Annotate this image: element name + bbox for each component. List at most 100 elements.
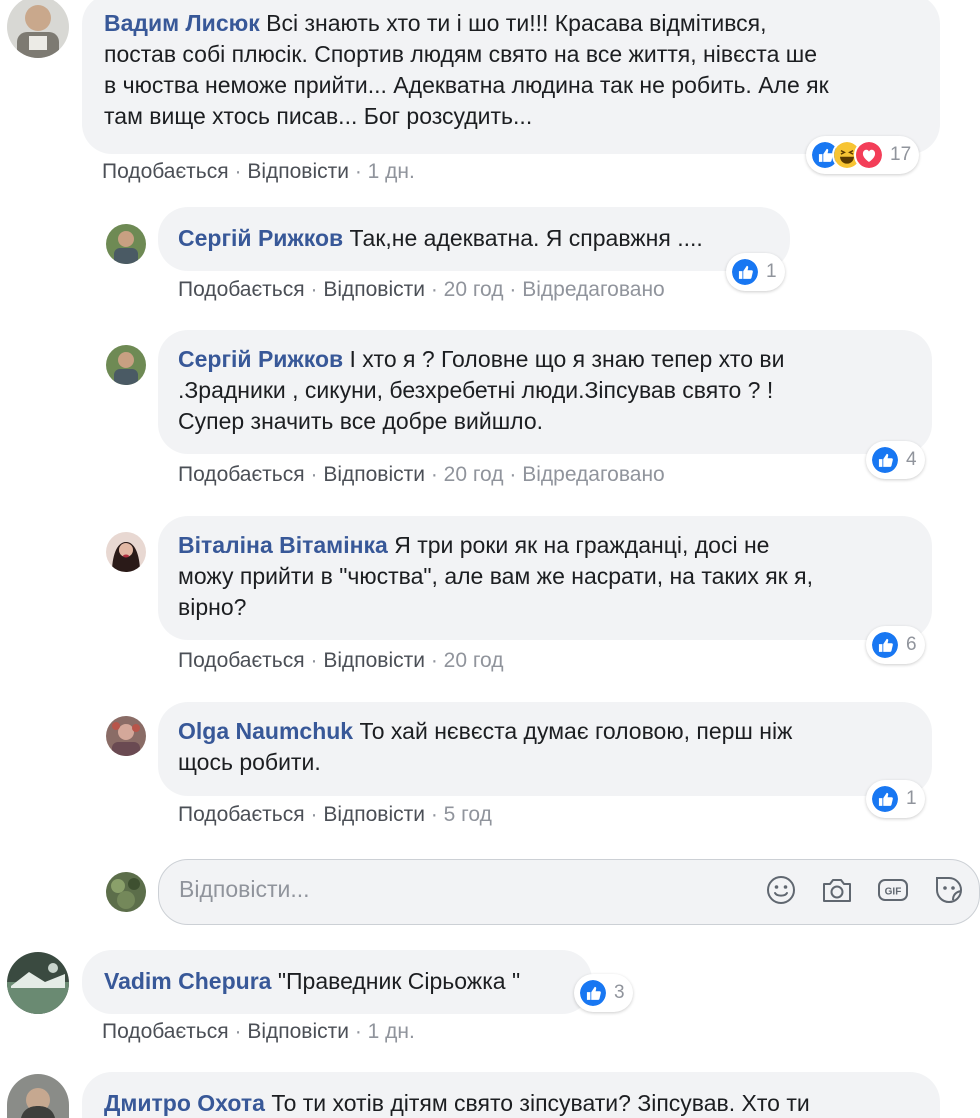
like-link[interactable]: Подобається bbox=[102, 160, 229, 183]
like-link[interactable]: Подобається bbox=[178, 803, 305, 826]
comment-line: щось робити. bbox=[178, 749, 321, 775]
separator: · bbox=[354, 1020, 362, 1043]
comment-author[interactable]: Вадим Лисюк bbox=[104, 10, 260, 36]
comment-line: Віталіна Вітамінка Я три роки як на граж… bbox=[178, 530, 912, 561]
comment-actions: Подобається · Відповісти · 20 год · Відр… bbox=[178, 461, 665, 489]
comment-line: .Зрадники , сикуни, безхребетні люди.Зіп… bbox=[178, 377, 774, 403]
separator: · bbox=[354, 160, 362, 183]
comment-text: То ти хотів дітям свято зіпсувати? Зіпсу… bbox=[271, 1090, 810, 1116]
separator: · bbox=[430, 803, 438, 826]
comment-actions: Подобається · Відповісти · 5 год bbox=[178, 801, 492, 829]
comment-line: там вище хтось писав... Бог розсудить... bbox=[104, 103, 533, 129]
reaction-count: 1 bbox=[906, 788, 917, 809]
timestamp[interactable]: 1 дн. bbox=[368, 160, 415, 183]
reaction-count: 17 bbox=[890, 144, 912, 165]
comment-author[interactable]: Olga Naumchuk bbox=[178, 718, 353, 744]
svg-text:GIF: GIF bbox=[885, 887, 902, 898]
timestamp[interactable]: 20 год bbox=[444, 649, 504, 672]
comment-actions: Подобається · Відповісти · 1 дн. bbox=[102, 1018, 415, 1046]
like-icon bbox=[730, 257, 760, 287]
avatar-vitalina-vitaminka[interactable] bbox=[106, 532, 146, 572]
reply-input[interactable] bbox=[179, 870, 739, 908]
reactions-summary[interactable]: 17 bbox=[806, 136, 920, 174]
like-link[interactable]: Подобається bbox=[102, 1020, 229, 1043]
timestamp[interactable]: 1 дн. bbox=[368, 1020, 415, 1043]
comment-author[interactable]: Сергій Рижков bbox=[178, 225, 343, 251]
comment-line: Дмитро Охота То ти хотів дітям свято зіп… bbox=[104, 1088, 920, 1118]
comment-author[interactable]: Сергій Рижков bbox=[178, 346, 343, 372]
comment-line: Сергій Рижков Так,не адекватна. Я справж… bbox=[178, 223, 770, 254]
reaction-count: 3 bbox=[614, 982, 625, 1003]
reply-link[interactable]: Відповісти bbox=[247, 160, 349, 183]
reaction-count: 4 bbox=[906, 449, 917, 470]
reactions-summary[interactable]: 3 bbox=[574, 974, 633, 1012]
separator: · bbox=[310, 463, 318, 486]
avatar-vadym-lysiuk[interactable] bbox=[7, 0, 69, 58]
comment-author[interactable]: Дмитро Охота bbox=[104, 1090, 265, 1116]
comment-text: І хто я ? Головне що я знаю тепер хто ви bbox=[349, 346, 785, 372]
reply-link[interactable]: Відповісти bbox=[323, 278, 425, 301]
like-link[interactable]: Подобається bbox=[178, 463, 305, 486]
separator: · bbox=[310, 278, 318, 301]
comment-author[interactable]: Віталіна Вітамінка bbox=[178, 532, 388, 558]
edited-label[interactable]: Відредаговано bbox=[522, 463, 665, 486]
comment-actions: Подобається · Відповісти · 1 дн. bbox=[102, 158, 415, 186]
reactions-summary[interactable]: 6 bbox=[866, 626, 925, 664]
timestamp[interactable]: 20 год bbox=[444, 278, 504, 301]
avatar-dmytro-okhota[interactable] bbox=[7, 1074, 69, 1118]
comment-text: "Праведник Сірьожка " bbox=[277, 968, 521, 994]
comment-line: вірно? bbox=[178, 594, 247, 620]
comment-bubble: Віталіна Вітамінка Я три роки як на граж… bbox=[158, 516, 932, 640]
comment-line: Vadim Chepura "Праведник Сірьожка " bbox=[104, 966, 572, 997]
reply-composer: GIF bbox=[158, 859, 980, 925]
current-user-avatar bbox=[106, 872, 146, 912]
separator: · bbox=[234, 1020, 242, 1043]
avatar-serhii-ryzhkov[interactable] bbox=[106, 345, 146, 385]
like-link[interactable]: Подобається bbox=[178, 278, 305, 301]
avatar-vadim-chepura[interactable] bbox=[7, 952, 69, 1014]
avatar-olga-naumchuk[interactable] bbox=[106, 716, 146, 756]
like-link[interactable]: Подобається bbox=[178, 649, 305, 672]
comment-text: Всі знають хто ти і шо ти!!! Красава від… bbox=[266, 10, 767, 36]
comment-author[interactable]: Vadim Chepura bbox=[104, 968, 271, 994]
separator: · bbox=[509, 278, 517, 301]
reaction-count: 6 bbox=[906, 634, 917, 655]
comment-bubble: Сергій Рижков Так,не адекватна. Я справж… bbox=[158, 207, 790, 271]
sticker-icon[interactable] bbox=[931, 874, 967, 906]
comment-actions: Подобається · Відповісти · 20 год · Відр… bbox=[178, 276, 665, 304]
reply-link[interactable]: Відповісти bbox=[323, 803, 425, 826]
comment-text: То хай нєвєста думає головою, перш ніж bbox=[359, 718, 793, 744]
like-icon bbox=[578, 978, 608, 1008]
like-icon bbox=[870, 445, 900, 475]
comment-line: Супер значить все добре вийшло. bbox=[178, 408, 544, 434]
emoji-icon[interactable] bbox=[763, 874, 799, 906]
edited-label[interactable]: Відредаговано bbox=[522, 278, 665, 301]
comment-actions: Подобається · Відповісти · 20 год bbox=[178, 647, 504, 675]
comment-bubble: Дмитро Охота То ти хотів дітям свято зіп… bbox=[82, 1072, 940, 1118]
reply-link[interactable]: Відповісти bbox=[323, 463, 425, 486]
comment-line: постав собі плюсік. Спортив людям свято … bbox=[104, 41, 817, 67]
reactions-summary[interactable]: 1 bbox=[726, 253, 785, 291]
timestamp[interactable]: 5 год bbox=[444, 803, 492, 826]
camera-icon[interactable] bbox=[819, 874, 855, 906]
gif-icon[interactable]: GIF bbox=[875, 874, 911, 906]
reply-link[interactable]: Відповісти bbox=[323, 649, 425, 672]
like-icon bbox=[870, 630, 900, 660]
reactions-summary[interactable]: 1 bbox=[866, 780, 925, 818]
love-icon bbox=[854, 140, 884, 170]
timestamp[interactable]: 20 год bbox=[444, 463, 504, 486]
reactions-summary[interactable]: 4 bbox=[866, 441, 925, 479]
avatar-serhii-ryzhkov[interactable] bbox=[106, 224, 146, 264]
comment-line: в чюства неможе прийти... Адекватна люди… bbox=[104, 72, 829, 98]
comment-text: Так,не адекватна. Я справжня .... bbox=[349, 225, 703, 251]
separator: · bbox=[310, 803, 318, 826]
reaction-count: 1 bbox=[766, 261, 777, 282]
reply-link[interactable]: Відповісти bbox=[247, 1020, 349, 1043]
separator: · bbox=[310, 649, 318, 672]
comment-line: Сергій Рижков І хто я ? Головне що я зна… bbox=[178, 344, 912, 375]
comment-bubble: Vadim Chepura "Праведник Сірьожка " bbox=[82, 950, 592, 1014]
separator: · bbox=[430, 278, 438, 301]
comment-text: Я три роки як на гражданці, досі не bbox=[394, 532, 770, 558]
comment-bubble: Вадим Лисюк Всі знають хто ти і шо ти!!!… bbox=[82, 0, 940, 154]
separator: · bbox=[430, 649, 438, 672]
